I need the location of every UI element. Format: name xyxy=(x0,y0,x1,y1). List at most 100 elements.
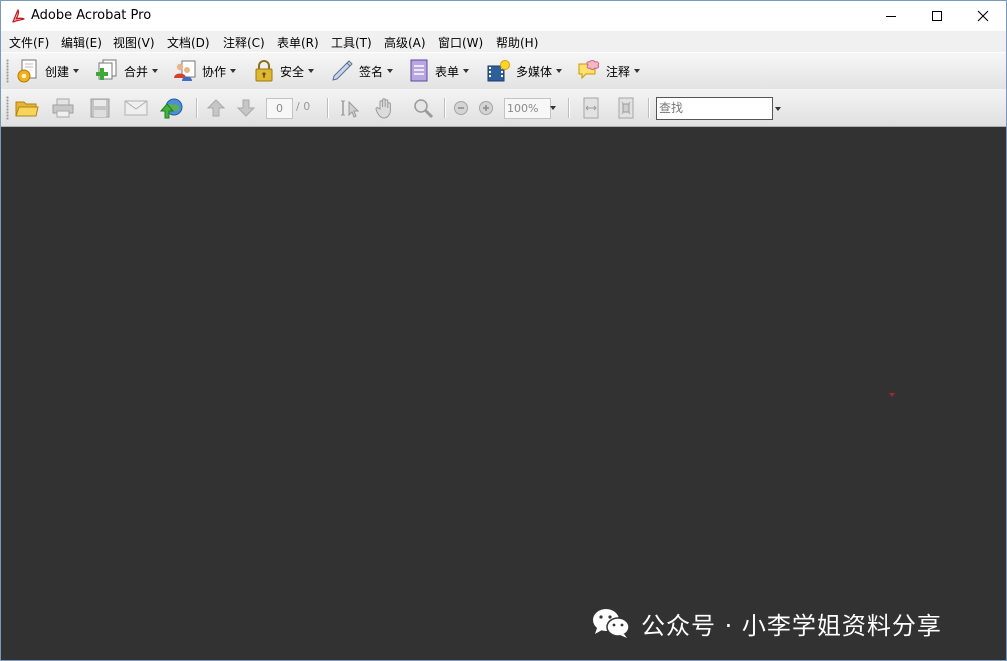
fit-page-icon xyxy=(618,97,634,119)
save-icon xyxy=(90,98,110,118)
comment-button[interactable]: 注释 xyxy=(576,59,641,83)
toolbar-separator xyxy=(444,98,446,118)
chevron-down-icon xyxy=(556,69,563,73)
maximize-button[interactable] xyxy=(914,1,960,31)
menu-document[interactable]: 文档(D) xyxy=(167,34,210,51)
search-dropdown-icon[interactable] xyxy=(775,107,781,111)
lock-icon xyxy=(255,60,273,82)
previous-page-button[interactable] xyxy=(203,96,229,120)
watermark: 公众号 · 小李学姐资料分享 xyxy=(591,605,942,641)
search-input[interactable]: 查找 xyxy=(656,97,773,120)
menu-view[interactable]: 视图(V) xyxy=(113,34,155,51)
close-icon xyxy=(977,10,989,22)
combine-button[interactable]: 合并 xyxy=(94,59,159,83)
magnifier-icon xyxy=(414,99,434,119)
print-button[interactable] xyxy=(50,96,76,120)
zoom-out-button[interactable] xyxy=(448,96,474,120)
multimedia-icon xyxy=(487,60,510,82)
menu-comments[interactable]: 注释(C) xyxy=(223,34,265,51)
create-label: 创建 xyxy=(45,64,70,79)
sign-label: 签名 xyxy=(359,64,384,79)
toolbar-grip[interactable] xyxy=(6,96,9,120)
application-window: Adobe Acrobat Pro 文件(F) 编辑(E) 视图(V) 文档(D… xyxy=(0,0,1007,661)
zoom-out-icon xyxy=(454,101,468,115)
select-tool-button[interactable] xyxy=(337,96,363,120)
save-button[interactable] xyxy=(87,96,113,120)
multimedia-button[interactable]: 多媒体 xyxy=(486,59,563,83)
combine-label: 合并 xyxy=(124,64,149,79)
chevron-down-icon xyxy=(230,69,237,73)
menu-advanced[interactable]: 高级(A) xyxy=(384,34,426,51)
zoom-in-button[interactable] xyxy=(473,96,499,120)
zoom-dropdown-icon[interactable] xyxy=(550,106,556,110)
menu-tools[interactable]: 工具(T) xyxy=(331,34,372,51)
collaborate-button[interactable]: 协作 xyxy=(172,59,237,83)
toolbar-separator xyxy=(648,98,650,118)
comment-icon xyxy=(578,60,600,80)
mail-icon xyxy=(124,100,148,116)
chevron-down-icon xyxy=(308,69,315,73)
printer-icon xyxy=(52,98,74,118)
acrobat-icon xyxy=(12,9,25,23)
fit-width-icon xyxy=(583,97,599,119)
hand-tool-button[interactable] xyxy=(372,96,398,120)
chevron-down-icon xyxy=(463,69,470,73)
fit-page-button[interactable] xyxy=(613,96,639,120)
minimize-icon xyxy=(886,16,896,17)
chevron-down-icon xyxy=(152,69,159,73)
zoom-level-field[interactable]: 100% xyxy=(504,98,551,119)
forms-button[interactable]: 表单 xyxy=(407,59,470,83)
multimedia-label: 多媒体 xyxy=(516,64,553,79)
folder-icon xyxy=(15,101,39,117)
globe-upload-icon xyxy=(159,98,183,119)
create-icon xyxy=(17,59,37,83)
wechat-icon xyxy=(593,609,630,638)
fit-width-button[interactable] xyxy=(578,96,604,120)
chevron-down-icon xyxy=(73,69,80,73)
security-label: 安全 xyxy=(280,64,305,79)
comment-label: 注释 xyxy=(606,64,631,79)
page-number-field[interactable]: 0 xyxy=(266,98,293,119)
title-bar[interactable]: Adobe Acrobat Pro xyxy=(1,1,1006,31)
combine-icon xyxy=(96,59,117,80)
form-icon xyxy=(410,59,428,82)
next-page-button[interactable] xyxy=(233,96,259,120)
file-toolbar: 0 / 0 100% 查找 xyxy=(1,89,1006,127)
menu-file[interactable]: 文件(F) xyxy=(9,34,49,51)
toolbar-separator xyxy=(327,98,329,118)
watermark-text: 公众号 · 小李学姐资料分享 xyxy=(641,611,942,640)
forms-label: 表单 xyxy=(435,64,460,79)
chevron-down-icon xyxy=(634,69,641,73)
create-button[interactable]: 创建 xyxy=(15,59,80,83)
chevron-down-icon xyxy=(387,69,394,73)
collaborate-icon xyxy=(174,60,196,81)
document-pane[interactable]: 公众号 · 小李学姐资料分享 xyxy=(1,127,1006,660)
collaborate-label: 协作 xyxy=(202,64,227,79)
arrow-down-icon xyxy=(236,99,256,117)
menu-window[interactable]: 窗口(W) xyxy=(438,34,483,51)
security-button[interactable]: 安全 xyxy=(252,59,315,83)
zoom-tool-button[interactable] xyxy=(410,96,436,120)
sign-button[interactable]: 签名 xyxy=(329,59,394,83)
window-title: Adobe Acrobat Pro xyxy=(31,8,152,23)
hand-icon xyxy=(375,98,391,119)
zoom-in-icon xyxy=(479,101,493,115)
toolbar-separator xyxy=(568,98,570,118)
toolbar-grip[interactable] xyxy=(6,59,9,83)
maximize-icon xyxy=(932,11,942,21)
menu-forms[interactable]: 表单(R) xyxy=(277,34,319,51)
arrow-up-icon xyxy=(206,99,226,117)
toolbar-separator xyxy=(196,98,198,118)
select-cursor-icon xyxy=(341,100,360,118)
menu-bar: 文件(F) 编辑(E) 视图(V) 文档(D) 注释(C) 表单(R) 工具(T… xyxy=(1,31,1006,52)
open-button[interactable] xyxy=(14,96,40,120)
minimize-button[interactable] xyxy=(868,1,914,31)
upload-web-button[interactable] xyxy=(158,96,184,120)
page-total: / 0 xyxy=(296,100,311,113)
menu-help[interactable]: 帮助(H) xyxy=(496,34,538,51)
menu-edit[interactable]: 编辑(E) xyxy=(61,34,102,51)
close-button[interactable] xyxy=(960,1,1006,31)
email-button[interactable] xyxy=(123,96,149,120)
red-marker-icon xyxy=(889,393,895,397)
tasks-toolbar: 创建 合并 协作 安全 签名 表单 多媒体 注释 xyxy=(1,52,1006,90)
